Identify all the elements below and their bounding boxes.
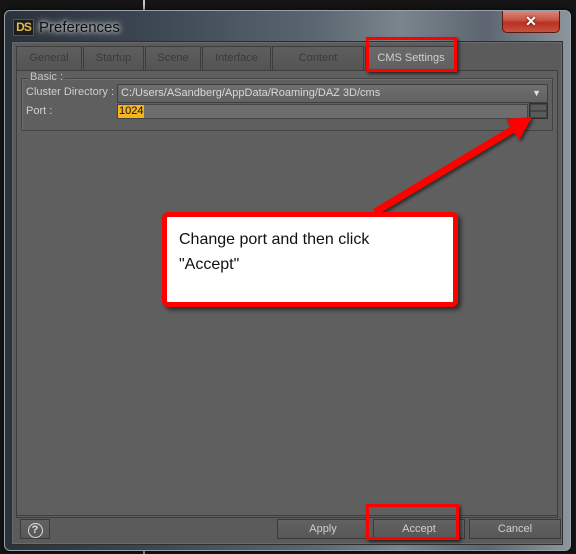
cluster-directory-value: C:/Users/ASandberg/AppData/Roaming/DAZ 3… [121, 87, 381, 99]
tab-bar: General Startup Scene Interface Content … [16, 46, 558, 86]
chevron-down-icon: ▼ [532, 88, 541, 98]
title-bar[interactable]: DS Preferences ✕ [5, 11, 570, 44]
basic-group-title: Basic : [28, 71, 66, 83]
daz-studio-logo-icon: DS [13, 19, 34, 36]
cluster-directory-dropdown[interactable]: C:/Users/ASandberg/AppData/Roaming/DAZ 3… [117, 84, 548, 103]
basic-group: Basic : Cluster Directory : C:/Users/ASa… [21, 71, 553, 131]
close-icon: ✕ [525, 13, 537, 29]
port-value: 1024 [118, 105, 145, 118]
port-spinner[interactable] [529, 103, 548, 119]
tab-content-library[interactable]: Content Library [272, 46, 364, 86]
close-button[interactable]: ✕ [502, 11, 560, 33]
decrement-icon[interactable] [530, 111, 547, 118]
callout-text-line1: Change port and then click [179, 231, 370, 248]
apply-button[interactable]: Apply [277, 519, 369, 539]
port-input[interactable]: 1024 [117, 104, 528, 119]
tab-interface[interactable]: Interface [202, 46, 271, 70]
increment-icon[interactable] [530, 104, 547, 111]
dialog-footer: ? Apply Accept Cancel [16, 515, 561, 540]
tab-highlight-box [366, 37, 457, 72]
callout-text-line2: "Accept" [179, 256, 240, 273]
tab-scene[interactable]: Scene [145, 46, 201, 70]
tab-general[interactable]: General [16, 46, 82, 70]
help-icon: ? [27, 523, 43, 538]
window-title: Preferences [39, 19, 120, 36]
port-label: Port : [26, 105, 53, 117]
accept-highlight-box [366, 504, 459, 540]
cluster-directory-label: Cluster Directory : [26, 86, 115, 98]
instruction-callout: Change port and then click "Accept" [162, 212, 458, 307]
cancel-button[interactable]: Cancel [469, 519, 561, 539]
help-button[interactable]: ? [20, 519, 50, 539]
tab-startup[interactable]: Startup [83, 46, 144, 70]
